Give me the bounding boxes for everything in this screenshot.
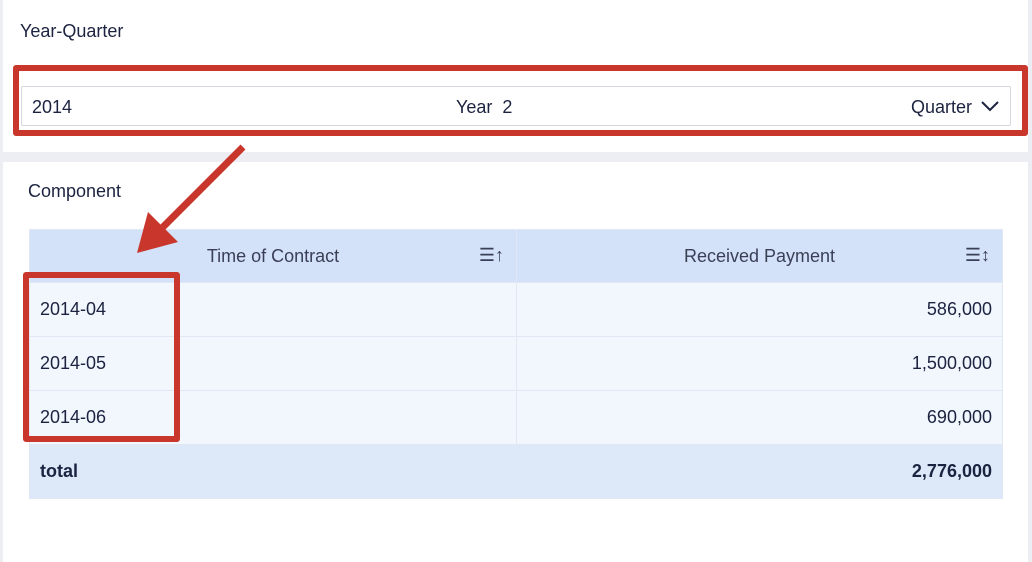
annotation-arrow-icon	[137, 144, 246, 253]
